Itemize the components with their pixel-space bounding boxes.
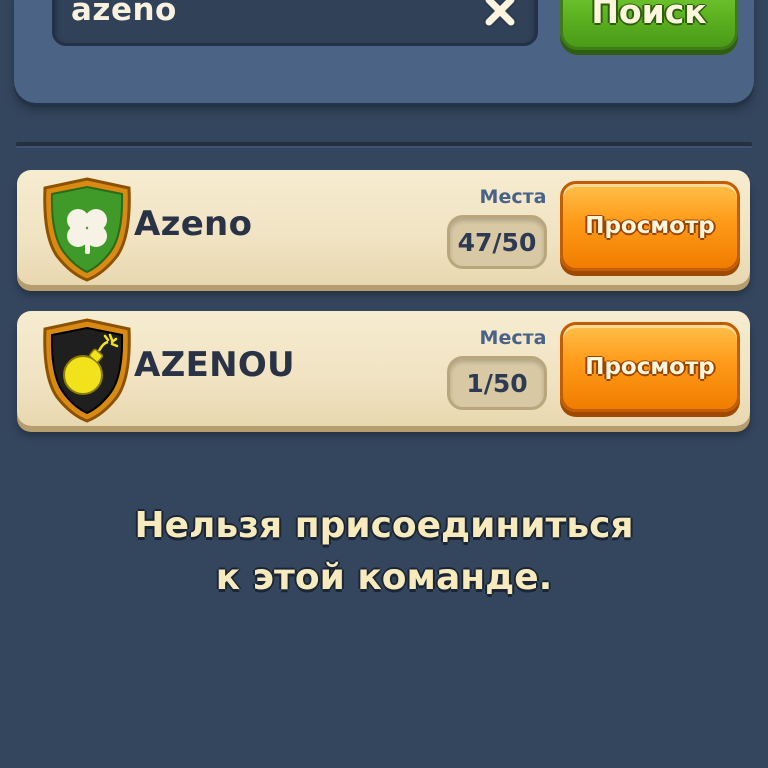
team-name: AZENOU: [134, 345, 295, 385]
team-name: Azeno: [134, 204, 253, 244]
team-row: Azeno Места 47/50 Просмотр: [17, 170, 750, 285]
search-button[interactable]: Поиск: [560, 0, 738, 50]
slots-label: Места: [479, 327, 547, 349]
team-badge: [43, 318, 131, 423]
search-panel: azeno Поиск: [14, 0, 754, 103]
slots-value: 1/50: [466, 368, 528, 398]
team-search-screen: azeno Поиск Azeno Места 47/50 Просмотр A…: [0, 0, 768, 768]
slots-label: Места: [479, 186, 547, 208]
message-line-1: Нельзя присоединиться: [134, 505, 634, 546]
slots-count: 47/50: [447, 215, 547, 269]
slots-count: 1/50: [447, 356, 547, 410]
message-line-2: к этой команде.: [215, 557, 553, 598]
divider: [16, 142, 752, 148]
clear-icon[interactable]: [481, 0, 519, 30]
view-button-label: Просмотр: [585, 213, 715, 239]
view-button[interactable]: Просмотр: [560, 181, 740, 271]
view-button-label: Просмотр: [585, 354, 715, 380]
search-input-value: azeno: [71, 0, 177, 28]
slots-value: 47/50: [457, 227, 537, 257]
team-row: AZENOU Места 1/50 Просмотр: [17, 311, 750, 426]
search-button-label: Поиск: [591, 0, 707, 31]
cannot-join-message: Нельзя присоединиться к этой команде.: [0, 500, 768, 604]
team-badge: [43, 177, 131, 282]
search-input[interactable]: azeno: [52, 0, 538, 46]
view-button[interactable]: Просмотр: [560, 322, 740, 412]
